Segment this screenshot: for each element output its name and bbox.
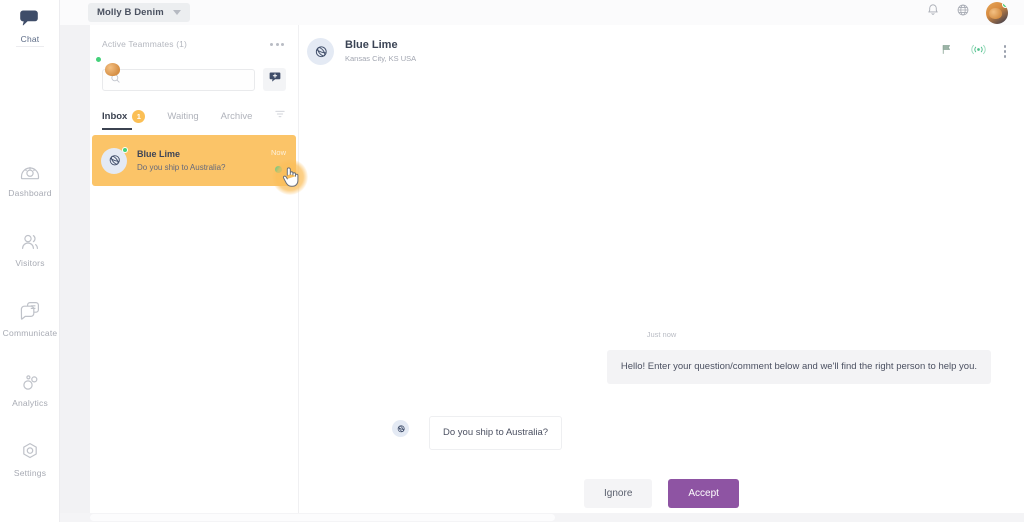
more-horizontal-icon[interactable]: [270, 42, 284, 46]
chat-bubble-icon: [18, 6, 42, 30]
page-title: Blue Lime: [345, 39, 398, 51]
sidebar-item-label: Communicate: [2, 328, 58, 338]
sidebar-item-settings[interactable]: Settings: [0, 440, 60, 478]
avatar[interactable]: [986, 1, 1008, 24]
organization-name: Molly B Denim: [97, 7, 164, 18]
message-row-agent: Hello! Enter your question/comment below…: [332, 350, 991, 384]
active-teammates-title: Active Teammates (1): [102, 39, 188, 49]
conversation-tabs: Inbox 1 Waiting Archive: [90, 91, 298, 132]
online-indicator: [274, 166, 282, 173]
nav-list: Dashboard Visitors Communicate Analytics…: [0, 160, 60, 478]
inbox-count-badge: 1: [132, 109, 146, 123]
dashboard-gauge-icon: [18, 160, 42, 184]
status-badge: [1002, 1, 1008, 8]
accept-button[interactable]: Accept: [668, 479, 739, 508]
tab-inbox[interactable]: Inbox 1: [102, 109, 146, 130]
organization-selector[interactable]: Molly B Denim: [88, 3, 190, 22]
active-teammates-header: Active Teammates (1): [90, 25, 298, 49]
conversations-panel: Active Teammates (1) Inbox 1 Waiting Arc…: [90, 25, 299, 522]
app-window: Chat Dashboard Visitors Communicate Anal…: [0, 0, 1024, 522]
chat-header: Blue Lime Kansas City, KS USA: [299, 25, 1024, 78]
communicate-message-icon: [18, 300, 42, 324]
conversation-timestamp: Now: [270, 148, 286, 157]
status-badge: [122, 146, 128, 153]
workspace: Active Teammates (1) Inbox 1 Waiting Arc…: [60, 25, 1024, 522]
sidebar-item-chat[interactable]: Chat: [0, 6, 60, 44]
filter-icon[interactable]: [274, 107, 286, 132]
message-row-visitor: Do you ship to Australia?: [332, 416, 991, 450]
sidebar-item-label: Visitors: [15, 258, 45, 268]
flag-icon[interactable]: [940, 43, 953, 61]
top-bar-actions: [926, 0, 1008, 25]
top-bar: Molly B Denim: [60, 0, 1024, 25]
new-chat-button[interactable]: [263, 68, 286, 91]
tab-label: Archive: [220, 110, 253, 122]
visitor-globe-avatar: [392, 420, 409, 437]
sidebar-item-visitors[interactable]: Visitors: [0, 230, 60, 268]
sidebar-item-label: Chat: [20, 34, 40, 44]
search-box[interactable]: [102, 68, 255, 91]
tab-label: Inbox: [102, 110, 128, 122]
search-input[interactable]: [127, 74, 247, 85]
main-stage: Molly B Denim Active Teammates (1) Inbox…: [60, 0, 1024, 522]
sidebar-item-label: Settings: [13, 468, 47, 478]
tab-label: Waiting: [167, 110, 199, 122]
sidebar-item-analytics[interactable]: Analytics: [0, 370, 60, 408]
scrollbar-thumb[interactable]: [90, 514, 555, 521]
ignore-button[interactable]: Ignore: [584, 479, 653, 508]
tab-waiting[interactable]: Waiting: [167, 111, 198, 129]
status-badge: [95, 56, 102, 63]
visitors-people-icon: [18, 230, 42, 254]
chat-header-text: Blue Lime Kansas City, KS USA: [345, 38, 416, 65]
conversation-snippet: Do you ship to Australia?: [137, 162, 226, 172]
visitor-globe-avatar: [101, 146, 128, 174]
chevron-down-icon: [172, 10, 181, 15]
sidebar-item-label: Dashboard: [8, 188, 52, 198]
notifications-bell-icon[interactable]: [926, 3, 940, 22]
left-gutter: [60, 25, 90, 522]
conversation-name: Blue Lime: [137, 148, 181, 159]
visitor-location: Kansas City, KS USA: [345, 54, 417, 63]
new-chat-bubble-icon: [268, 70, 282, 89]
more-vertical-icon[interactable]: [1003, 45, 1006, 58]
chat-panel: Blue Lime Kansas City, KS USA Just now H…: [299, 25, 1024, 522]
live-broadcast-icon[interactable]: [970, 43, 987, 61]
horizontal-scrollbar[interactable]: [60, 513, 1024, 522]
message-timestamp: Just now: [646, 330, 677, 339]
settings-gear-icon: [18, 440, 42, 464]
agent-message-bubble: Hello! Enter your question/comment below…: [606, 350, 991, 384]
visitor-globe-avatar: [307, 38, 334, 65]
conversation-meta: Now: [271, 148, 286, 173]
nav-divider: [16, 46, 44, 47]
teammate-avatar-list: [90, 49, 298, 76]
globe-icon[interactable]: [956, 3, 970, 22]
sidebar-item-dashboard[interactable]: Dashboard: [0, 160, 60, 198]
analytics-bubbles-icon: [18, 370, 42, 394]
tab-archive[interactable]: Archive: [221, 111, 253, 129]
conversation-text: Blue Lime Do you ship to Australia?: [137, 148, 271, 174]
visitor-message-bubble: Do you ship to Australia?: [429, 416, 563, 450]
message-list: Just now Hello! Enter your question/comm…: [299, 78, 1024, 479]
sidebar-item-label: Analytics: [12, 398, 48, 408]
conversation-list-item[interactable]: Blue Lime Do you ship to Australia? Now: [92, 135, 296, 186]
search-row: [90, 56, 298, 91]
left-nav-rail: Chat Dashboard Visitors Communicate Anal…: [0, 0, 60, 522]
chat-header-actions: [940, 43, 1006, 61]
sidebar-item-communicate[interactable]: Communicate: [0, 300, 60, 338]
